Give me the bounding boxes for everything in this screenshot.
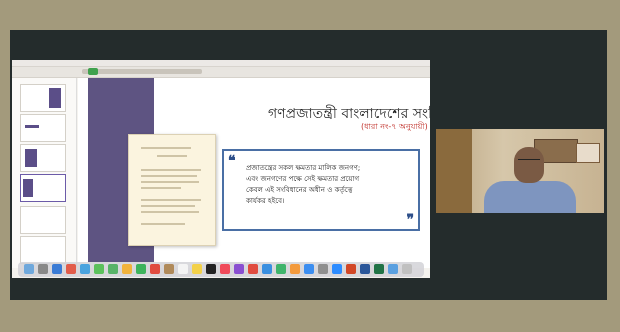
maps-icon[interactable] — [108, 264, 118, 274]
slide-thumbnail[interactable] — [20, 206, 66, 234]
menu-bar — [12, 60, 430, 76]
news-icon[interactable] — [248, 264, 258, 274]
quote-line: এবং জনগণের পক্ষে সেই ক্ষমতার প্রয়োগ — [246, 175, 360, 183]
safari-icon[interactable] — [52, 264, 62, 274]
excel-icon[interactable] — [374, 264, 384, 274]
app-store-icon[interactable] — [304, 264, 314, 274]
podcasts-icon[interactable] — [234, 264, 244, 274]
launchpad-icon[interactable] — [38, 264, 48, 274]
contacts-icon[interactable] — [164, 264, 174, 274]
tv-icon[interactable] — [206, 264, 216, 274]
menu-items[interactable] — [18, 61, 151, 76]
slide-thumbnail[interactable] — [20, 84, 66, 112]
slide-thumbnail[interactable] — [20, 236, 66, 264]
glasses — [518, 159, 540, 165]
settings-icon[interactable] — [318, 264, 328, 274]
constitution-document-image — [128, 134, 216, 246]
reminders-icon[interactable] — [178, 264, 188, 274]
wall-frame — [576, 143, 600, 163]
slide-thumbnails — [12, 78, 77, 268]
participant-body — [484, 181, 576, 213]
shared-screen: গণপ্রজাতন্ত্রী বাংলাদেশের সংবিধান (ধারা … — [12, 60, 430, 278]
slide-thumbnail-selected[interactable] — [20, 174, 66, 202]
facetime-icon[interactable] — [136, 264, 146, 274]
chrome-icon[interactable] — [66, 264, 76, 274]
document-title-bar — [82, 69, 202, 74]
calendar-icon[interactable] — [150, 264, 160, 274]
word-icon[interactable] — [360, 264, 370, 274]
share-indicator-icon[interactable] — [88, 68, 98, 75]
slide-thumbnail[interactable] — [20, 144, 66, 172]
app-toolbar — [12, 67, 430, 78]
bottom-band — [10, 300, 607, 322]
participant-video[interactable] — [436, 129, 604, 213]
quote-box: ❝ প্রজাতন্ত্রের সকল ক্ষমতার মালিক জনগণ; … — [222, 149, 420, 231]
quote-line: কেবল এই সংবিধানের অধীন ও কর্তৃত্বে — [246, 186, 353, 194]
open-quote-icon: ❝ — [228, 153, 236, 169]
numbers-icon[interactable] — [276, 264, 286, 274]
close-quote-icon: ❞ — [406, 212, 414, 228]
slide-subtitle: (ধারা নং-৭ অনুযায়ী) — [361, 122, 428, 131]
music-icon[interactable] — [220, 264, 230, 274]
zoom-icon[interactable] — [332, 264, 342, 274]
keynote-icon[interactable] — [262, 264, 272, 274]
dock — [18, 262, 424, 277]
messages-icon[interactable] — [94, 264, 104, 274]
trash-icon[interactable] — [402, 264, 412, 274]
participant-head — [514, 147, 544, 183]
curtain — [436, 129, 472, 213]
downloads-icon[interactable] — [388, 264, 398, 274]
pages-icon[interactable] — [290, 264, 300, 274]
finder-icon[interactable] — [24, 264, 34, 274]
quote-line: কার্যকর হইবে। — [246, 197, 285, 205]
notes-icon[interactable] — [192, 264, 202, 274]
slide-thumbnail[interactable] — [20, 114, 66, 142]
photos-icon[interactable] — [122, 264, 132, 274]
quote-text: প্রজাতন্ত্রের সকল ক্ষমতার মালিক জনগণ; এব… — [246, 163, 414, 207]
mail-icon[interactable] — [80, 264, 90, 274]
quote-line: প্রজাতন্ত্রের সকল ক্ষমতার মালিক জনগণ; — [246, 164, 361, 172]
powerpoint-icon[interactable] — [346, 264, 356, 274]
presentation-slide: গণপ্রজাতন্ত্রী বাংলাদেশের সংবিধান (ধারা … — [78, 78, 430, 268]
